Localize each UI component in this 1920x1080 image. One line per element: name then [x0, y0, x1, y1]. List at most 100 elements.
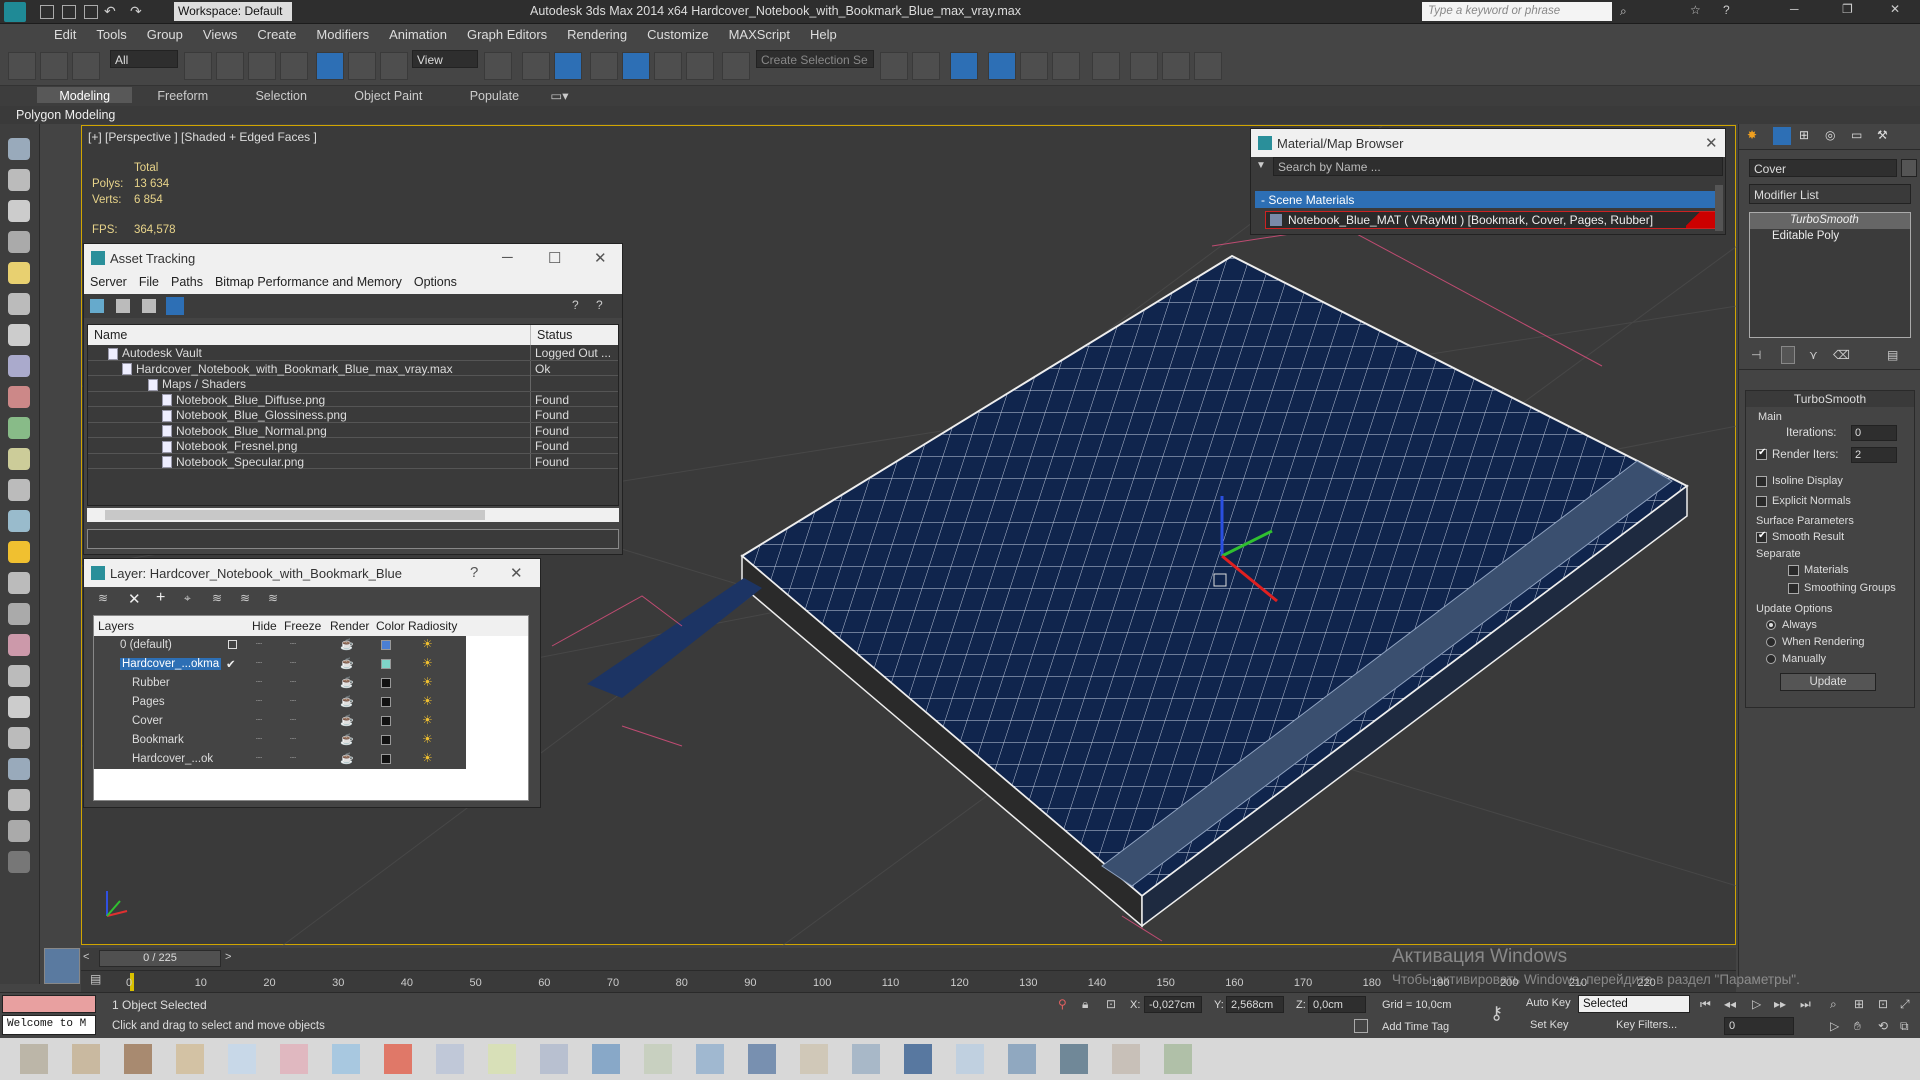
go-to-start-icon[interactable]: ⏮ — [1700, 997, 1711, 1012]
layer-row[interactable]: 0 (default) ┈ ┈ ☕ ☀ — [94, 636, 466, 655]
render-setup-icon[interactable] — [1130, 52, 1158, 80]
render-tool-icon[interactable] — [8, 696, 30, 718]
render-production-icon[interactable] — [1194, 52, 1222, 80]
render-teapot-icon[interactable]: ☕ — [340, 676, 354, 689]
z-coordinate[interactable]: 0,0cm — [1308, 996, 1366, 1013]
selection-lock-icon[interactable]: 🔒︎ — [1082, 997, 1088, 1012]
absolute-mode-icon[interactable]: ⊡ — [1106, 997, 1116, 1011]
binoculars-icon[interactable]: ⌕ — [1620, 4, 1627, 19]
layer-name[interactable]: Hardcover_...ok — [132, 753, 213, 765]
layer-hide-toggle[interactable]: ┈ — [256, 658, 262, 669]
create-layer-icon[interactable]: ≋ — [98, 591, 108, 605]
key-mode-dropdown[interactable]: Selected — [1578, 995, 1690, 1013]
curve-editor-icon[interactable] — [1020, 52, 1048, 80]
particle-tool-icon[interactable] — [8, 510, 30, 532]
material-item[interactable]: Notebook_Blue_MAT ( VRayMtl ) [Bookmark,… — [1265, 211, 1717, 229]
unlink-icon[interactable] — [40, 52, 68, 80]
asset-tracking-titlebar[interactable]: Asset Tracking ─ ☐ ✕ — [84, 244, 622, 272]
layer-freeze-toggle[interactable]: ┈ — [290, 734, 296, 745]
search-options-icon[interactable]: ▼ — [1256, 160, 1266, 171]
taskbar-app-icon[interactable] — [540, 1044, 568, 1074]
selection-filter-dropdown[interactable]: All — [110, 50, 178, 68]
angle-snap-icon[interactable] — [622, 52, 650, 80]
layer-freeze-toggle[interactable]: ┈ — [290, 696, 296, 707]
layer-row[interactable]: Bookmark ┈ ┈ ☕ ☀ — [94, 731, 466, 750]
ribbon-options-icon[interactable]: ▭▾ — [544, 86, 574, 105]
layer-freeze-toggle[interactable]: ┈ — [290, 715, 296, 726]
layer-color-swatch[interactable] — [381, 754, 391, 764]
update-button[interactable]: Update — [1780, 673, 1876, 691]
stack-item-editable-poly[interactable]: Editable Poly — [1750, 229, 1910, 245]
display-tab-icon[interactable]: ▭ — [1851, 128, 1862, 142]
taskbar-app-icon[interactable] — [748, 1044, 776, 1074]
track-bar-menu-icon[interactable]: ▤ — [90, 972, 101, 986]
layer-name[interactable]: 0 (default) — [120, 639, 172, 651]
layer-freeze-toggle[interactable]: ┈ — [290, 658, 296, 669]
freeze-all-icon[interactable]: ≋ — [268, 591, 278, 605]
material-browser-titlebar[interactable]: Material/Map Browser ✕ — [1251, 129, 1725, 157]
layer-col-layers[interactable]: Layers — [98, 619, 134, 633]
time-slider-prev[interactable]: < — [83, 951, 89, 963]
menu-animation[interactable]: Animation — [379, 24, 457, 42]
prev-frame-icon[interactable]: ◂◂ — [1724, 997, 1736, 1011]
layer-col-radiosity[interactable]: Radiosity — [408, 619, 457, 633]
taskbar-app-icon[interactable] — [20, 1044, 48, 1074]
layer-row[interactable]: Pages ┈ ┈ ☕ ☀ — [94, 693, 466, 712]
taskbar-app-icon[interactable] — [1112, 1044, 1140, 1074]
context-help-icon[interactable]: ? — [596, 298, 603, 312]
help-icon[interactable]: ? — [1723, 3, 1730, 17]
smoothing-groups-checkbox[interactable] — [1788, 582, 1799, 594]
close-icon[interactable]: ✕ — [1890, 2, 1900, 16]
taskbar-app-icon[interactable] — [1060, 1044, 1088, 1074]
select-by-name-icon[interactable] — [216, 52, 244, 80]
asset-row[interactable]: Notebook_Fresnel.png Found — [88, 438, 618, 454]
turbosmooth-rollout-title[interactable]: TurboSmooth — [1746, 391, 1914, 407]
taskbar-app-icon[interactable] — [852, 1044, 880, 1074]
select-object-icon[interactable] — [184, 52, 212, 80]
isoline-row[interactable]: Isoline Display — [1756, 475, 1843, 487]
menu-views[interactable]: Views — [193, 24, 247, 42]
close-icon[interactable]: ✕ — [510, 564, 523, 582]
asset-row[interactable]: Maps / Shaders — [88, 376, 618, 392]
current-frame-field[interactable]: 0 — [1724, 1017, 1794, 1035]
menu-rendering[interactable]: Rendering — [557, 24, 637, 42]
layer-color-swatch[interactable] — [381, 640, 391, 650]
taskbar-app-icon[interactable] — [280, 1044, 308, 1074]
asset-hscroll-thumb[interactable] — [105, 510, 485, 520]
menu-customize[interactable]: Customize — [637, 24, 718, 42]
pivot-center-icon[interactable] — [484, 52, 512, 80]
material-editor-icon[interactable] — [1092, 52, 1120, 80]
taskbar-app-icon[interactable] — [124, 1044, 152, 1074]
hide-all-icon[interactable]: ≋ — [240, 591, 250, 605]
taskbar-app-icon[interactable] — [956, 1044, 984, 1074]
scene-tool-icon[interactable] — [8, 572, 30, 594]
configure-sets-icon[interactable]: ▤ — [1887, 348, 1898, 362]
app-logo-icon[interactable] — [4, 2, 26, 22]
when-rendering-row[interactable]: When Rendering — [1766, 636, 1865, 648]
smooth-result-row[interactable]: Smooth Result — [1756, 531, 1844, 543]
select-manipulate-icon[interactable] — [522, 52, 550, 80]
next-frame-icon[interactable]: ▸▸ — [1774, 997, 1786, 1011]
set-current-layer-box[interactable] — [228, 640, 237, 649]
set-key-button[interactable]: Set Key — [1530, 1019, 1569, 1031]
render-teapot-icon[interactable]: ☕ — [340, 657, 354, 670]
taskbar-app-icon[interactable] — [696, 1044, 724, 1074]
keyboard-shortcut-icon[interactable] — [554, 52, 582, 80]
asset-row[interactable]: Hardcover_Notebook_with_Bookmark_Blue_ma… — [88, 360, 618, 376]
system-tool-icon[interactable] — [8, 386, 30, 408]
menu-help[interactable]: Help — [800, 24, 847, 42]
radiosity-icon[interactable]: ☀ — [422, 694, 433, 708]
play-icon[interactable]: ▷ — [1752, 997, 1761, 1011]
time-slider-next[interactable]: > — [225, 951, 231, 963]
when-rendering-radio[interactable] — [1766, 637, 1776, 648]
col-status[interactable]: Status — [537, 328, 572, 342]
layer-freeze-toggle[interactable]: ┈ — [290, 639, 296, 650]
render-iters-checkbox[interactable] — [1756, 449, 1767, 461]
menu-edit[interactable]: Edit — [44, 24, 86, 42]
render-iters-row[interactable]: Render Iters: — [1756, 449, 1838, 461]
render-teapot-icon[interactable]: ☕ — [340, 714, 354, 727]
layer-color-swatch[interactable] — [381, 735, 391, 745]
asset-row[interactable]: Notebook_Blue_Diffuse.png Found — [88, 391, 618, 407]
tab-object-paint[interactable]: Object Paint — [332, 87, 444, 103]
rect-selection-icon[interactable] — [248, 52, 276, 80]
